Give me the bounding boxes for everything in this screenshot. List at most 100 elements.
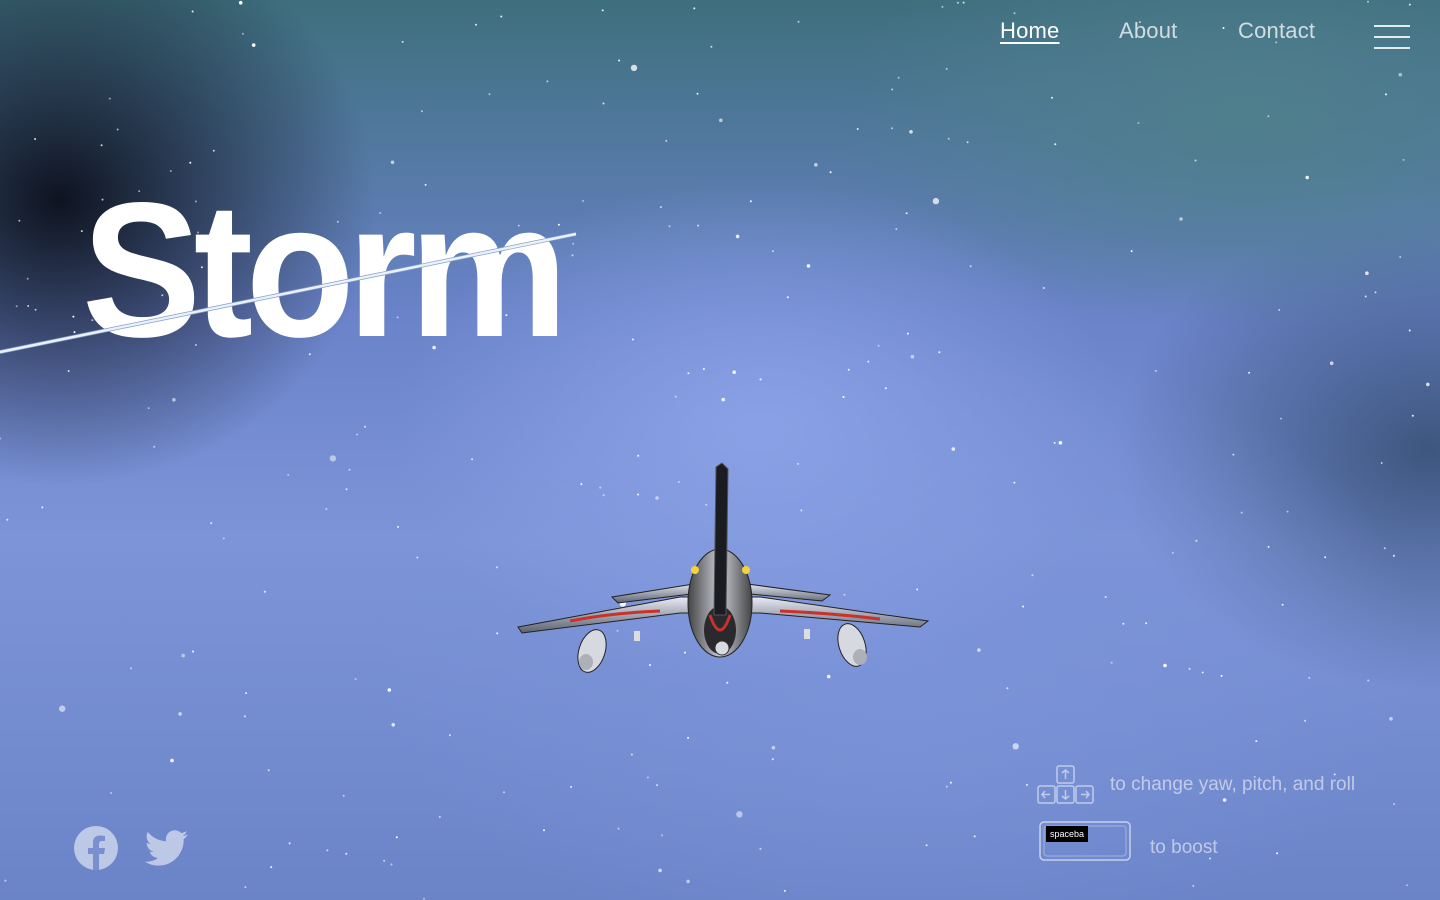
nav-contact-link[interactable]: Contact (1238, 18, 1315, 44)
star (130, 667, 133, 670)
star (1398, 72, 1403, 77)
facebook-icon[interactable] (72, 824, 120, 872)
star (867, 360, 870, 363)
star (263, 590, 266, 593)
star (1305, 175, 1309, 180)
star (1137, 122, 1140, 124)
star (1406, 884, 1408, 887)
star (956, 1, 959, 4)
star (326, 849, 329, 852)
star (665, 139, 668, 142)
star (702, 368, 705, 370)
star (1426, 382, 1430, 387)
star (877, 344, 880, 347)
star (1383, 547, 1386, 550)
star (238, 0, 243, 5)
star (416, 556, 419, 559)
star (1365, 271, 1369, 276)
controls-hint: to change yaw, pitch, and roll spaceba t… (1030, 760, 1430, 880)
star (1171, 551, 1174, 554)
star (391, 723, 396, 727)
star (1380, 462, 1383, 464)
star (932, 197, 940, 205)
star (686, 879, 690, 884)
star (354, 678, 357, 681)
star (771, 758, 774, 761)
nav-about-link[interactable]: About (1119, 18, 1178, 44)
star (448, 734, 451, 737)
star (1408, 329, 1411, 332)
star (1248, 371, 1251, 374)
star (941, 5, 944, 8)
star (759, 378, 762, 381)
star (895, 228, 898, 231)
arrow-keys-hint: to change yaw, pitch, and roll (1110, 774, 1356, 795)
twitter-icon[interactable] (142, 824, 190, 872)
star (1130, 250, 1133, 253)
star (732, 370, 736, 375)
star (656, 784, 658, 787)
star (1201, 671, 1204, 674)
star (181, 653, 185, 658)
star (693, 7, 696, 10)
star (806, 264, 811, 268)
star (1022, 605, 1025, 608)
star (1053, 441, 1056, 444)
star (1179, 217, 1183, 221)
star (0, 437, 2, 440)
star (110, 792, 113, 794)
nav-home-link[interactable]: Home (1000, 18, 1060, 44)
hamburger-menu-icon[interactable] (1374, 25, 1410, 51)
star (906, 332, 909, 335)
star (212, 149, 215, 152)
star (471, 458, 474, 461)
star (1232, 453, 1235, 456)
star (178, 712, 182, 716)
star (1145, 622, 1148, 625)
star (345, 488, 348, 491)
star (658, 868, 662, 873)
star (287, 473, 290, 476)
star (245, 692, 248, 695)
star (1411, 414, 1414, 417)
star (847, 368, 850, 371)
star (383, 859, 386, 862)
star (1399, 256, 1402, 258)
star (1367, 679, 1370, 682)
star (191, 10, 194, 13)
star (826, 674, 831, 679)
star (969, 265, 972, 268)
star (546, 80, 549, 83)
star (147, 407, 150, 410)
star (630, 64, 638, 72)
star (267, 769, 270, 772)
star (749, 200, 752, 203)
star (503, 791, 505, 794)
star (925, 844, 928, 847)
star (390, 863, 393, 866)
star (949, 781, 952, 784)
star (646, 776, 649, 779)
star (783, 889, 786, 892)
star (210, 522, 213, 525)
star (41, 506, 44, 509)
star (1195, 539, 1198, 542)
star (1042, 287, 1045, 289)
star (829, 171, 832, 174)
star (1267, 545, 1270, 548)
star (1240, 511, 1243, 514)
star (244, 886, 247, 889)
star (668, 225, 671, 228)
star (1192, 885, 1195, 887)
star (1324, 556, 1327, 559)
star (910, 354, 915, 359)
star (966, 141, 969, 144)
star (617, 827, 620, 830)
star (631, 338, 634, 341)
star (496, 632, 499, 635)
star (736, 811, 743, 818)
star (945, 785, 948, 788)
star (1026, 783, 1028, 786)
star (1374, 291, 1377, 294)
star (1408, 3, 1411, 6)
